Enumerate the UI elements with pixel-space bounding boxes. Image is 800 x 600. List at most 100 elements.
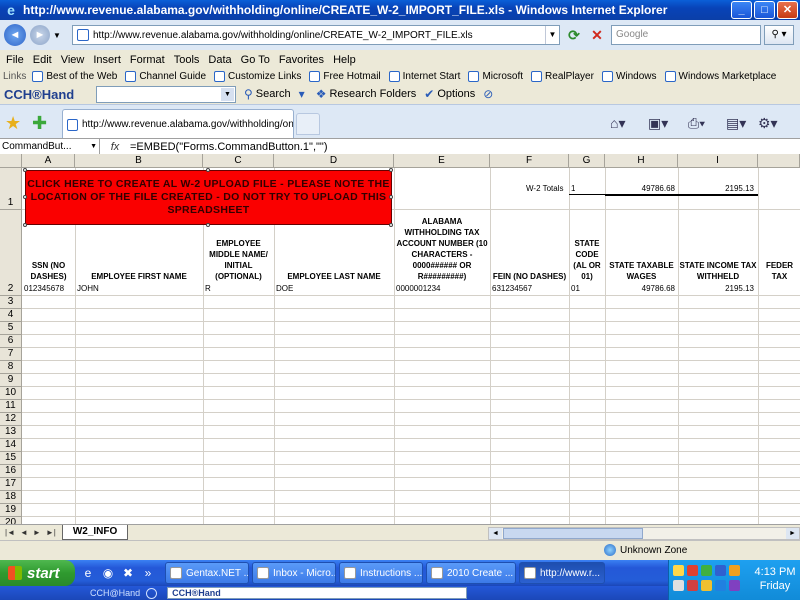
cell-fein[interactable]: 631234567	[492, 284, 532, 294]
cell-withholding-account[interactable]: 0000001234	[396, 284, 441, 294]
column-header-h[interactable]: H	[605, 154, 678, 168]
task-current-browser[interactable]: http://www.r...	[519, 562, 605, 584]
link-internet-start[interactable]: Internet Start	[388, 70, 460, 82]
row-header[interactable]: 5	[0, 322, 22, 335]
column-header-c[interactable]: C	[203, 154, 274, 168]
header-state-taxable-wages[interactable]: STATE TAXABLE WAGES	[606, 244, 677, 282]
header-fein[interactable]: FEIN (NO DASHES)	[490, 264, 569, 282]
header-state-income-tax[interactable]: STATE INCOME TAX WITHHELD	[679, 254, 757, 282]
refresh-icon[interactable]: ⟳	[565, 26, 583, 44]
outlook-quicklaunch-icon[interactable]: ◉	[101, 566, 115, 580]
fx-icon[interactable]: fx	[100, 141, 130, 153]
deskband-search-icon[interactable]	[146, 587, 158, 599]
ie-quicklaunch-icon[interactable]: e	[81, 566, 95, 580]
w2-totals-count[interactable]: 1	[571, 184, 575, 194]
resize-handle[interactable]	[206, 168, 210, 172]
feeds-icon[interactable]: ▣▾	[648, 115, 668, 132]
header-last-name[interactable]: EMPLOYEE LAST NAME	[274, 264, 394, 282]
menu-insert[interactable]: Insert	[93, 54, 121, 66]
deskband-input[interactable]: CCH®Hand	[167, 587, 468, 599]
spreadsheet-grid[interactable]: A B C D E F G H I 1 2 3 4 5 6 7 8 9 10 11 12 13 14 15 1…	[0, 154, 800, 524]
link-realplayer[interactable]: RealPlayer	[531, 70, 594, 82]
search-input[interactable]: Google	[611, 25, 761, 45]
link-windows[interactable]: Windows	[601, 70, 657, 82]
cch-extra-button[interactable]: ⊘	[483, 87, 496, 101]
menu-help[interactable]: Help	[333, 54, 356, 66]
row-header[interactable]: 14	[0, 439, 22, 452]
cell-state-code[interactable]: 01	[571, 284, 580, 294]
state-income-total[interactable]: 2195.13	[679, 184, 754, 194]
select-all-corner[interactable]	[0, 154, 22, 168]
excel-quicklaunch-icon[interactable]: ✖	[121, 566, 135, 580]
security-zone[interactable]: Unknown Zone	[604, 544, 687, 556]
horizontal-scrollbar[interactable]: ◄ ►	[488, 527, 800, 540]
scroll-right-icon[interactable]: ►	[786, 528, 799, 539]
w2-totals-label[interactable]: W-2 Totals	[526, 184, 564, 194]
resize-handle[interactable]	[206, 223, 210, 227]
last-sheet-icon[interactable]: ►|	[46, 528, 56, 537]
forward-button[interactable]: ►	[30, 25, 50, 45]
maximize-button[interactable]: □	[754, 1, 775, 19]
clock[interactable]: 4:13 PM Friday	[750, 565, 800, 593]
link-free-hotmail[interactable]: Free Hotmail	[309, 70, 381, 82]
menu-tools[interactable]: Tools	[174, 54, 200, 66]
cell-state-taxable-wages[interactable]: 49786.68	[606, 284, 675, 294]
tray-icon[interactable]	[729, 565, 740, 576]
row-header[interactable]: 10	[0, 387, 22, 400]
resize-handle[interactable]	[389, 168, 393, 172]
header-ssn[interactable]: SSN (NO DASHES)	[22, 244, 75, 282]
research-folders-button[interactable]: ❖ Research Folders	[316, 87, 417, 101]
sheet-tab-w2-info[interactable]: W2_INFO	[61, 525, 129, 540]
row-header[interactable]: 19	[0, 504, 22, 517]
create-upload-file-button[interactable]: CLICK HERE TO CREATE AL W-2 UPLOAD FILE …	[25, 170, 392, 225]
row-header[interactable]: 11	[0, 400, 22, 413]
task-2010-create[interactable]: 2010 Create ...	[426, 562, 516, 584]
row-header[interactable]: 2	[0, 210, 22, 296]
menu-favorites[interactable]: Favorites	[279, 54, 324, 66]
url-input[interactable]: http://www.revenue.alabama.gov/withholdi…	[72, 25, 560, 45]
row-header[interactable]: 1	[0, 168, 22, 210]
column-header-a[interactable]: A	[22, 154, 75, 168]
menu-data[interactable]: Data	[208, 54, 231, 66]
row-header[interactable]: 7	[0, 348, 22, 361]
history-dropdown-icon[interactable]: ▼	[53, 31, 61, 40]
add-favorites-icon[interactable]: ✚	[32, 113, 47, 134]
menu-view[interactable]: View	[61, 54, 85, 66]
url-text[interactable]: http://www.revenue.alabama.gov/withholdi…	[93, 30, 545, 41]
link-customize-links[interactable]: Customize Links	[214, 70, 301, 82]
name-box[interactable]: CommandBut... ▼	[0, 139, 100, 154]
header-federal-tax[interactable]: FEDER TAX	[759, 254, 800, 282]
row-header[interactable]: 6	[0, 335, 22, 348]
menu-file[interactable]: File	[6, 54, 24, 66]
quicklaunch-more-icon[interactable]: »	[141, 566, 155, 580]
tray-icon[interactable]	[687, 580, 698, 591]
stop-icon[interactable]: ✕	[588, 26, 606, 44]
column-header-f[interactable]: F	[490, 154, 569, 168]
tray-icon[interactable]	[701, 580, 712, 591]
cch-search-combo[interactable]	[96, 85, 236, 103]
cch-dropdown-button[interactable]: ▾	[299, 87, 308, 101]
column-header-g[interactable]: G	[569, 154, 605, 168]
page-icon[interactable]: ▤▾	[726, 115, 746, 132]
tray-icon[interactable]	[715, 580, 726, 591]
header-middle-name[interactable]: EMPLOYEE MIDDLE NAME/ INITIAL (OPTIONAL)	[204, 234, 273, 282]
resize-handle[interactable]	[23, 195, 27, 199]
minimize-button[interactable]: _	[731, 1, 752, 19]
scroll-left-icon[interactable]: ◄	[489, 528, 502, 539]
tray-icon[interactable]	[715, 565, 726, 576]
resize-handle[interactable]	[23, 168, 27, 172]
column-header-b[interactable]: B	[75, 154, 203, 168]
column-header-e[interactable]: E	[394, 154, 490, 168]
row-header[interactable]: 8	[0, 361, 22, 374]
tray-icon[interactable]	[701, 565, 712, 576]
tab-current-page[interactable]: http://www.revenue.alabama.gov/withholdi…	[62, 109, 294, 139]
cch-search-button[interactable]: ⚲ Search	[244, 87, 291, 101]
resize-handle[interactable]	[389, 223, 393, 227]
row-header[interactable]: 17	[0, 478, 22, 491]
cell-first-name[interactable]: JOHN	[77, 284, 99, 294]
task-instructions[interactable]: Instructions ...	[339, 562, 423, 584]
formula-input[interactable]: =EMBED("Forms.CommandButton.1","")	[130, 141, 327, 153]
tray-icon[interactable]	[673, 580, 684, 591]
row-header[interactable]: 16	[0, 465, 22, 478]
column-header-i[interactable]: I	[678, 154, 758, 168]
